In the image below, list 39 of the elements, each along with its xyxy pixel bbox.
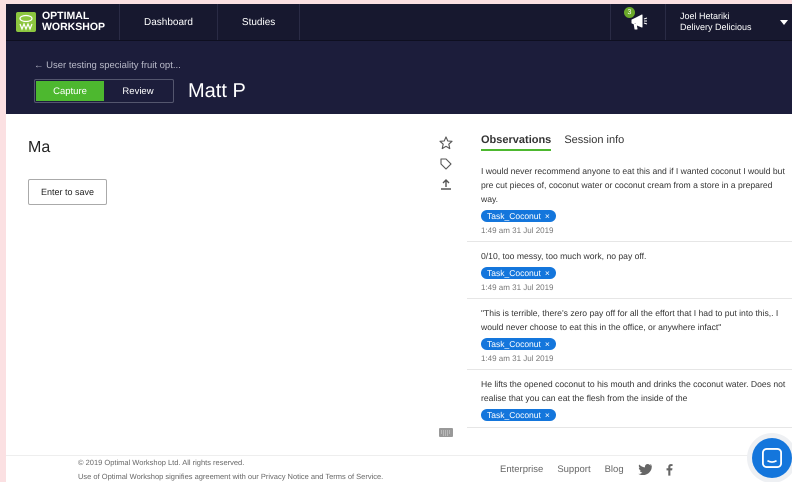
remove-tag-button[interactable]: × (544, 339, 550, 349)
task-tag[interactable]: Task_Coconut (487, 211, 541, 221)
observation-time: 1:49 am 31 Jul 2019 (481, 283, 554, 292)
footer-link[interactable]: Blog (604, 464, 624, 474)
back-link[interactable]: ← User testing speciality fruit opt... (34, 60, 181, 71)
caret-icon[interactable] (780, 20, 788, 24)
upload-icon[interactable] (440, 178, 452, 190)
logo-wordmark[interactable]: OPTIMAL WORKSHOP (42, 11, 105, 33)
star-icon[interactable] (439, 136, 453, 150)
remove-tag-button[interactable]: × (544, 410, 550, 420)
remove-tag-button[interactable]: × (544, 211, 550, 221)
megaphone-icon[interactable] (629, 13, 649, 31)
facebook-icon[interactable] (666, 462, 673, 476)
panel-tab[interactable]: Session info (564, 134, 624, 151)
chat-icon (762, 448, 782, 468)
task-tag[interactable]: Task_Coconut (487, 410, 541, 420)
observation-text: I would never recommend anyone to eat this and if I wanted coconut I would but pre cut pieces of, coconut water or coconut cream from a store in a prepared way. (481, 165, 786, 206)
twitter-icon[interactable] (638, 464, 652, 474)
remove-tag-button[interactable]: × (544, 268, 550, 278)
observation-text: He lifts the opened coconut to his mouth and drinks the coconut water. Does not realise that you can eat the flesh from the inside of the (481, 378, 786, 405)
mode-tab[interactable]: Review (104, 81, 172, 101)
observation-text: 0/10, too messy, too much work, no pay off. (481, 250, 648, 263)
chat-button[interactable] (752, 438, 792, 478)
observation-time: 1:49 am 31 Jul 2019 (481, 226, 554, 235)
user-name[interactable]: Joel Hetariki (680, 11, 780, 22)
footer-link[interactable]: Enterprise (500, 464, 544, 474)
observation-time: 1:49 am 31 Jul 2019 (481, 354, 554, 363)
task-tag[interactable]: Task_Coconut (487, 339, 541, 349)
nav-link[interactable]: Studies (218, 4, 300, 40)
tag-icon[interactable] (440, 158, 452, 170)
observation-text: "This is terrible, there’s zero pay off for all the effort that I had to put into this,. I would never choose to eat this in the office, or anywhere infact" (481, 307, 780, 334)
panel-tab[interactable]: Observations (481, 134, 552, 151)
nav-link[interactable]: Dashboard (120, 4, 218, 40)
footer-link[interactable]: Support (557, 464, 591, 474)
participant-name: Matt P (188, 80, 246, 102)
save-button[interactable]: Enter to save (28, 179, 108, 205)
organization-name: Delivery Delicious (680, 22, 753, 33)
logo-icon (16, 12, 36, 32)
task-tag[interactable]: Task_Coconut (487, 268, 541, 278)
